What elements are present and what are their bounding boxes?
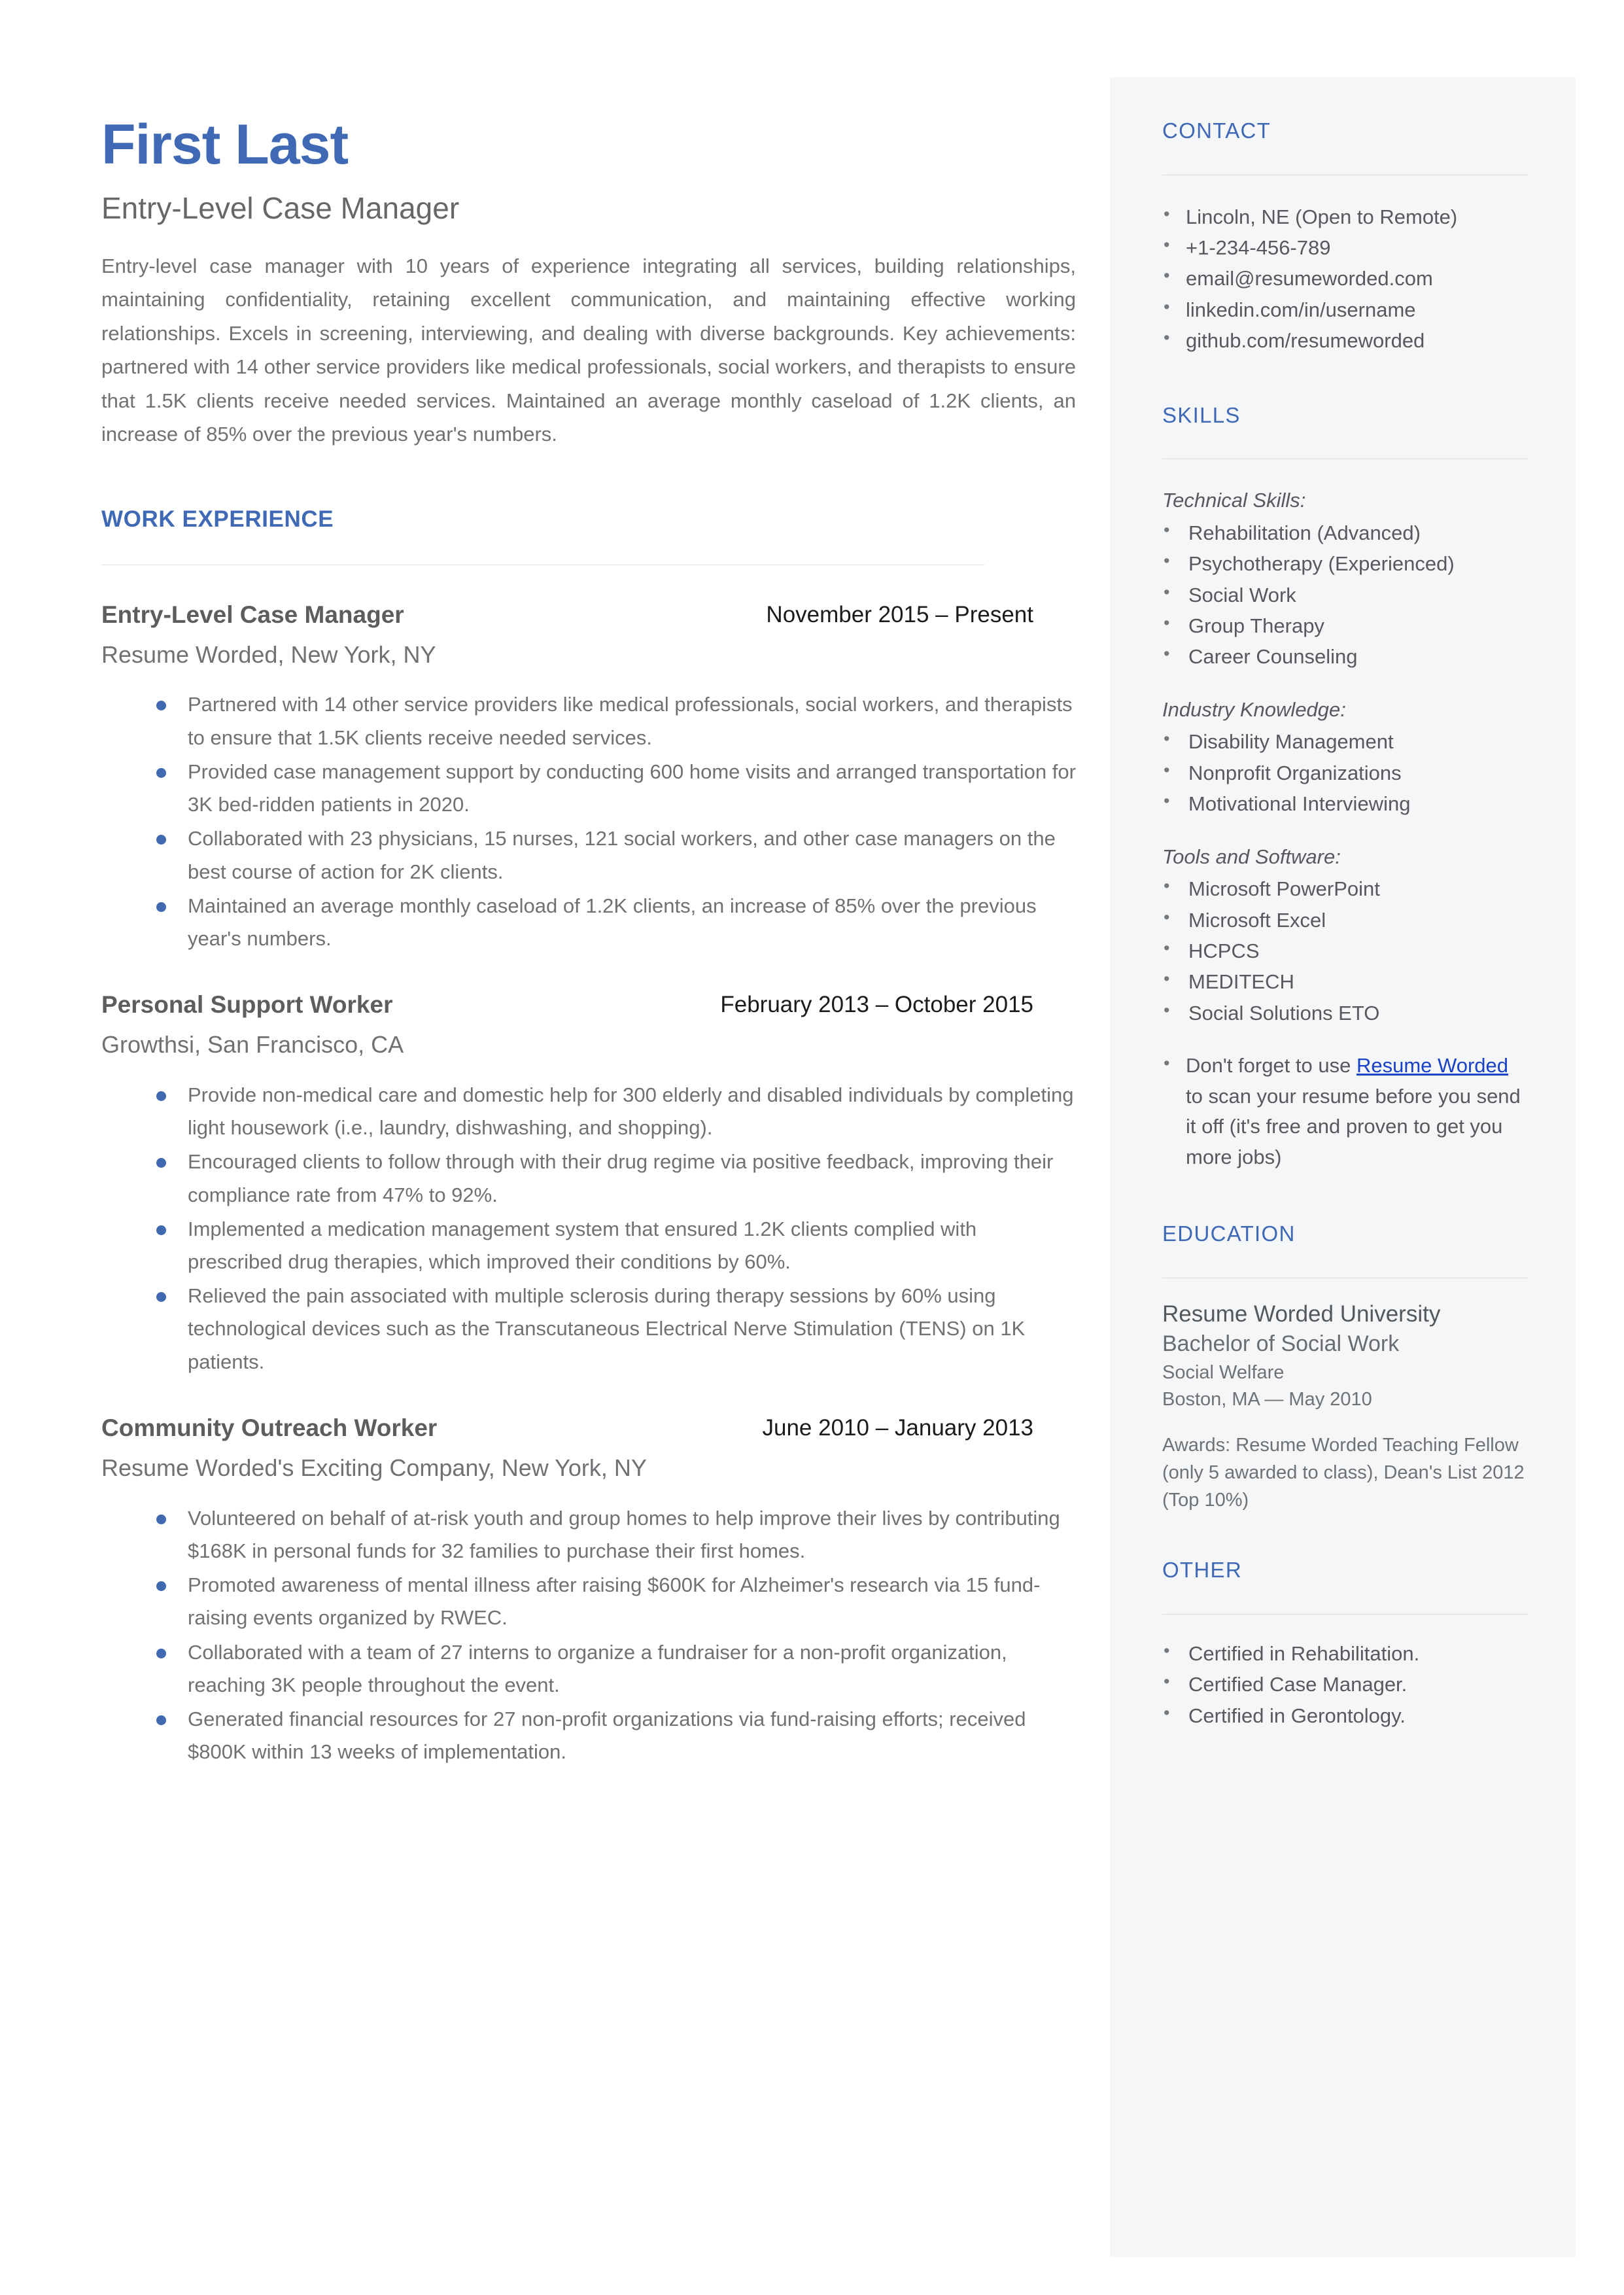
skill-item: Career Counseling bbox=[1162, 640, 1529, 672]
section-divider-other bbox=[1162, 1613, 1529, 1615]
job-company: Growthsi, San Francisco, CA bbox=[101, 1031, 404, 1059]
job-header-row: Community Outreach Worker June 2010 – Ja… bbox=[101, 1414, 1076, 1444]
section-heading-other: OTHER bbox=[1162, 1558, 1242, 1583]
job-dates: November 2015 – Present bbox=[766, 601, 1033, 627]
job-bullet-list: Volunteered on behalf of at-risk youth a… bbox=[101, 1502, 1076, 1769]
resume-worded-link[interactable]: Resume Worded bbox=[1356, 1054, 1508, 1077]
job-dates: February 2013 – October 2015 bbox=[720, 992, 1033, 1018]
contact-linkedin[interactable]: linkedin.com/in/username bbox=[1162, 294, 1529, 325]
job-bullet: Relieved the pain associated with multip… bbox=[137, 1280, 1076, 1378]
candidate-name: First Last bbox=[101, 113, 349, 176]
skill-group-label: Industry Knowledge: bbox=[1162, 697, 1346, 721]
sidebar-section-skills: SKILLS Technical Skills: Rehabilitation … bbox=[1162, 402, 1529, 1173]
job-bullet: Promoted awareness of mental illness aft… bbox=[137, 1569, 1076, 1634]
resume-page: First Last Entry-Level Case Manager Entr… bbox=[0, 0, 1624, 2295]
skill-group-label: Technical Skills: bbox=[1162, 489, 1306, 512]
skill-item: MEDITECH bbox=[1162, 966, 1529, 997]
sidebar: CONTACT Lincoln, NE (Open to Remote) +1-… bbox=[1110, 77, 1576, 2257]
job-bullet: Partnered with 14 other service provider… bbox=[137, 688, 1076, 754]
skill-list-industry: Disability Management Nonprofit Organiza… bbox=[1162, 726, 1529, 819]
job-entry: Entry-Level Case Manager November 2015 –… bbox=[101, 601, 1076, 956]
job-dates: June 2010 – January 2013 bbox=[762, 1414, 1034, 1441]
job-bullet: Collaborated with 23 physicians, 15 nurs… bbox=[137, 822, 1076, 888]
other-item: Certified in Rehabilitation. bbox=[1162, 1638, 1529, 1669]
education-field: Social Welfare bbox=[1162, 1361, 1285, 1383]
education-location-date: Boston, MA — May 2010 bbox=[1162, 1388, 1372, 1410]
job-company: Resume Worded, New York, NY bbox=[101, 640, 436, 668]
job-bullet: Provide non-medical care and domestic he… bbox=[137, 1079, 1076, 1144]
skill-item: Microsoft Excel bbox=[1162, 904, 1529, 936]
promo-note: Don't forget to use Resume Worded to sca… bbox=[1162, 1050, 1529, 1172]
job-bullet-list: Partnered with 14 other service provider… bbox=[101, 688, 1076, 955]
job-entry: Personal Support Worker February 2013 – … bbox=[101, 990, 1076, 1378]
other-list: Certified in Rehabilitation. Certified C… bbox=[1162, 1638, 1529, 1731]
contact-phone: +1-234-456-789 bbox=[1162, 232, 1529, 263]
skill-list-tools: Microsoft PowerPoint Microsoft Excel HCP… bbox=[1162, 873, 1529, 1028]
job-bullet: Implemented a medication management syst… bbox=[137, 1213, 1076, 1278]
education-school: Resume Worded University bbox=[1162, 1301, 1441, 1327]
candidate-headline: Entry-Level Case Manager bbox=[101, 191, 460, 225]
job-bullet: Collaborated with a team of 27 interns t… bbox=[137, 1636, 1076, 1702]
other-item: Certified in Gerontology. bbox=[1162, 1700, 1529, 1731]
promo-text-before: Don't forget to use bbox=[1186, 1054, 1356, 1077]
skill-item: Microsoft PowerPoint bbox=[1162, 873, 1529, 904]
job-entry: Community Outreach Worker June 2010 – Ja… bbox=[101, 1414, 1076, 1769]
skill-item: Motivational Interviewing bbox=[1162, 788, 1529, 819]
job-bullet: Encouraged clients to follow through wit… bbox=[137, 1146, 1076, 1211]
skill-item: Group Therapy bbox=[1162, 610, 1529, 641]
job-header-row: Personal Support Worker February 2013 – … bbox=[101, 990, 1076, 1021]
job-header-row: Entry-Level Case Manager November 2015 –… bbox=[101, 601, 1076, 631]
other-item: Certified Case Manager. bbox=[1162, 1668, 1529, 1700]
education-degree: Bachelor of Social Work bbox=[1162, 1331, 1400, 1357]
skill-item: HCPCS bbox=[1162, 935, 1529, 966]
skill-item: Social Solutions ETO bbox=[1162, 997, 1529, 1028]
job-bullet: Volunteered on behalf of at-risk youth a… bbox=[137, 1502, 1076, 1568]
education-awards: Awards: Resume Worded Teaching Fellow (o… bbox=[1162, 1434, 1525, 1511]
skill-item: Nonprofit Organizations bbox=[1162, 757, 1529, 788]
sidebar-section-other: OTHER Certified in Rehabilitation. Certi… bbox=[1162, 1557, 1529, 1731]
skill-item: Social Work bbox=[1162, 579, 1529, 610]
promo-text-after: to scan your resume before you send it o… bbox=[1186, 1084, 1521, 1168]
sidebar-section-education: EDUCATION Resume Worded University Bache… bbox=[1162, 1221, 1529, 1514]
contact-location: Lincoln, NE (Open to Remote) bbox=[1162, 201, 1529, 232]
job-bullet: Provided case management support by cond… bbox=[137, 756, 1076, 821]
skill-group-label: Tools and Software: bbox=[1162, 845, 1341, 868]
job-bullet-list: Provide non-medical care and domestic he… bbox=[101, 1079, 1076, 1378]
skill-item: Rehabilitation (Advanced) bbox=[1162, 517, 1529, 548]
skill-list-technical: Rehabilitation (Advanced) Psychotherapy … bbox=[1162, 517, 1529, 673]
main-column: First Last Entry-Level Case Manager Entr… bbox=[101, 0, 1076, 1770]
contact-github[interactable]: github.com/resumeworded bbox=[1162, 324, 1529, 356]
skill-item: Psychotherapy (Experienced) bbox=[1162, 548, 1529, 579]
contact-email[interactable]: email@resumeworded.com bbox=[1162, 262, 1529, 294]
section-heading-skills: SKILLS bbox=[1162, 402, 1241, 427]
contact-list: Lincoln, NE (Open to Remote) +1-234-456-… bbox=[1162, 201, 1529, 357]
section-heading-work-experience: WORK EXPERIENCE bbox=[101, 506, 334, 532]
section-heading-contact: CONTACT bbox=[1162, 118, 1271, 143]
job-bullet: Generated financial resources for 27 non… bbox=[137, 1703, 1076, 1768]
section-heading-education: EDUCATION bbox=[1162, 1221, 1296, 1246]
sidebar-section-contact: CONTACT Lincoln, NE (Open to Remote) +1-… bbox=[1162, 118, 1529, 357]
job-bullet: Maintained an average monthly caseload o… bbox=[137, 890, 1076, 955]
job-company: Resume Worded's Exciting Company, New Yo… bbox=[101, 1454, 647, 1481]
skill-item: Disability Management bbox=[1162, 726, 1529, 757]
professional-summary: Entry-level case manager with 10 years o… bbox=[101, 254, 1076, 446]
